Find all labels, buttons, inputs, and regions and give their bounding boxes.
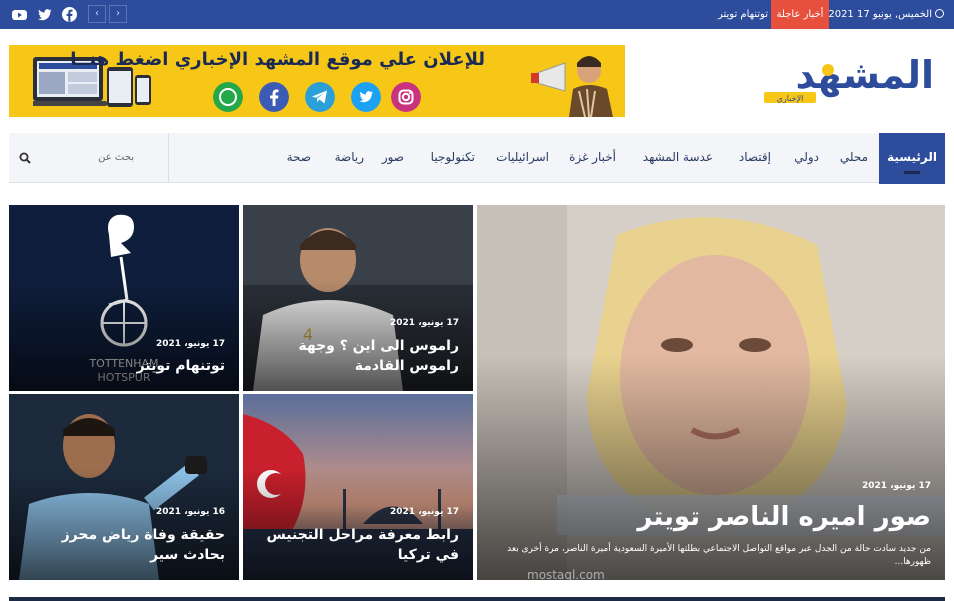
banner-text: للإعلان علي موقع المشهد الإخباري اضغط هن… bbox=[70, 49, 485, 70]
twitter-icon[interactable] bbox=[36, 6, 53, 23]
section-divider bbox=[9, 597, 945, 601]
featured-article-main[interactable]: 17 يونيو، 2021 صور اميره الناصر تويتر من… bbox=[477, 205, 945, 580]
logo-subtext: الإخباري bbox=[777, 94, 804, 104]
article-card-turkey[interactable]: 17 يونيو، 2021 رابط معرفة مراحل التجنيس … bbox=[243, 394, 473, 580]
article-date: 17 يونيو، 2021 bbox=[390, 318, 459, 328]
article-title[interactable]: رابط معرفة مراحل التجنيس في تركيا bbox=[259, 526, 459, 565]
current-date: الخميس, يونيو 17 2021 bbox=[828, 0, 944, 29]
article-date: 17 يونيو، 2021 bbox=[862, 481, 931, 491]
whatsapp-icon bbox=[213, 82, 243, 112]
nav-item-local[interactable]: محلي bbox=[840, 133, 868, 183]
nav-item-israeli-affairs[interactable]: اسرائيليات bbox=[496, 133, 549, 183]
megaphone-person-illustration bbox=[529, 45, 625, 117]
article-title[interactable]: توتنهام تويتر bbox=[25, 357, 225, 377]
top-bar: الخميس, يونيو 17 2021 أخبار عاجلة توتنها… bbox=[0, 0, 954, 29]
site-logo[interactable]: المشهد الإخباري bbox=[758, 54, 936, 106]
article-card-ramos[interactable]: 4 17 يونيو، 2021 راموس الى اين ؟ وجهة را… bbox=[243, 205, 473, 391]
advertising-banner[interactable]: للإعلان علي موقع المشهد الإخباري اضغط هن… bbox=[9, 45, 625, 117]
nav-item-international[interactable]: دولي bbox=[794, 133, 819, 183]
nav-item-almashhad-lens[interactable]: عدسة المشهد bbox=[643, 133, 713, 183]
nav-item-photos[interactable]: صور bbox=[382, 133, 404, 183]
main-navigation: الرئيسية محلي دولي إقتصاد عدسة المشهد أخ… bbox=[9, 133, 945, 184]
article-title[interactable]: صور اميره الناصر تويتر bbox=[491, 499, 931, 535]
article-card-mahrez[interactable]: 16 يونيو، 2021 حقيقة وفاة رياض محرز بحاد… bbox=[9, 394, 239, 580]
article-excerpt: من جديد سادت حالة من الجدل عبر مواقع الت… bbox=[507, 544, 931, 568]
article-card-tottenham[interactable]: TOTTENHAM HOTSPUR 17 يونيو، 2021 توتنهام… bbox=[9, 205, 239, 391]
youtube-icon[interactable] bbox=[11, 6, 28, 23]
search-placeholder: بحث عن bbox=[98, 152, 134, 163]
article-title[interactable]: راموس الى اين ؟ وجهة راموس القادمة bbox=[259, 337, 459, 376]
nav-item-home[interactable]: الرئيسية bbox=[879, 133, 945, 184]
article-date: 16 يونيو، 2021 bbox=[156, 507, 225, 517]
nav-item-health[interactable]: صحة bbox=[287, 133, 311, 183]
nav-item-gaza-news[interactable]: أخبار غزة bbox=[569, 133, 616, 183]
breaking-news-ticker[interactable]: توتنهام تويتر bbox=[700, 0, 768, 29]
article-date: 17 يونيو، 2021 bbox=[156, 339, 225, 349]
image-watermark: mostaql.com bbox=[527, 568, 605, 580]
logo-text: المشهد bbox=[796, 54, 934, 97]
nav-item-technology[interactable]: تكنولوجيا bbox=[431, 133, 475, 183]
nav-item-sports[interactable]: رياضة bbox=[335, 133, 364, 183]
ticker-next-button[interactable]: › bbox=[109, 5, 127, 23]
article-title[interactable]: حقيقة وفاة رياض محرز بحادث سير bbox=[25, 526, 225, 565]
search-icon[interactable] bbox=[19, 152, 31, 164]
ticker-prev-button[interactable]: ‹ bbox=[88, 5, 106, 23]
twitter-icon bbox=[351, 82, 381, 112]
clock-icon bbox=[935, 9, 944, 18]
instagram-icon bbox=[391, 82, 421, 112]
article-date: 17 يونيو، 2021 bbox=[390, 507, 459, 517]
search-box[interactable]: بحث عن bbox=[9, 133, 169, 183]
facebook-icon bbox=[259, 82, 289, 112]
facebook-icon[interactable] bbox=[61, 6, 78, 23]
breaking-news-label: أخبار عاجلة bbox=[771, 0, 829, 29]
telegram-icon bbox=[305, 82, 335, 112]
nav-item-economy[interactable]: إقتصاد bbox=[739, 133, 771, 183]
active-indicator bbox=[904, 171, 920, 174]
